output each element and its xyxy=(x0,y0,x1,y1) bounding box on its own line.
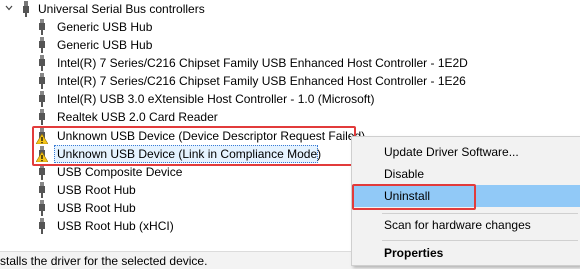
usb-device-icon xyxy=(39,218,45,234)
usb-device-icon xyxy=(39,200,45,216)
menu-item-label: Update Driver Software... xyxy=(384,145,519,159)
tree-item[interactable]: Intel(R) 7 Series/C216 Chipset Family US… xyxy=(36,54,468,72)
tree-item-label: Intel(R) 7 Series/C216 Chipset Family US… xyxy=(57,56,468,70)
usb-device-icon xyxy=(39,37,45,53)
tree-item-label: Generic USB Hub xyxy=(57,20,153,34)
tree-item-label: USB Root Hub xyxy=(57,183,136,197)
menu-item-label: Properties xyxy=(384,246,444,260)
tree-item-label: Intel(R) USB 3.0 eXtensible Host Control… xyxy=(57,92,375,106)
menu-separator xyxy=(382,240,578,241)
menu-item-disable[interactable]: Disable xyxy=(352,163,580,185)
tree-item-label: USB Root Hub xyxy=(57,201,136,215)
tree-item[interactable]: Generic USB Hub xyxy=(36,18,366,36)
tree-item[interactable]: USB Root Hub xyxy=(36,199,366,217)
status-text: stalls the driver for the selected devic… xyxy=(0,254,208,268)
highlight-box-uninstall xyxy=(352,184,476,210)
tree-item[interactable]: Intel(R) 7 Series/C216 Chipset Family US… xyxy=(36,72,466,90)
tree-item[interactable]: Generic USB Hub xyxy=(36,36,366,54)
chevron-down-icon[interactable] xyxy=(5,4,13,12)
usb-device-icon xyxy=(39,164,45,180)
usb-device-icon xyxy=(39,182,45,198)
highlight-box-unknown-devices xyxy=(32,126,356,166)
usb-device-icon xyxy=(39,91,45,107)
usb-device-icon xyxy=(39,19,45,35)
tree-item-label: Realtek USB 2.0 Card Reader xyxy=(57,110,218,124)
usb-connector-icon xyxy=(23,1,29,17)
menu-item-update-driver[interactable]: Update Driver Software... xyxy=(352,141,580,163)
tree-item-label: Intel(R) 7 Series/C216 Chipset Family US… xyxy=(57,74,466,88)
usb-controllers-group[interactable]: Universal Serial Bus controllers xyxy=(0,0,260,18)
menu-item-properties[interactable]: Properties xyxy=(352,242,580,264)
menu-item-label: Scan for hardware changes xyxy=(384,218,531,232)
tree-item[interactable]: Realtek USB 2.0 Card Reader xyxy=(36,108,366,126)
tree-item[interactable]: USB Root Hub (xHCI) xyxy=(36,217,366,235)
menu-item-scan-hardware[interactable]: Scan for hardware changes xyxy=(352,214,580,236)
usb-device-icon xyxy=(39,109,45,125)
group-label: Universal Serial Bus controllers xyxy=(38,2,205,16)
tree-item-label: Generic USB Hub xyxy=(57,38,153,52)
usb-device-icon xyxy=(39,73,45,89)
menu-item-label: Disable xyxy=(384,167,425,181)
tree-item[interactable]: Intel(R) USB 3.0 eXtensible Host Control… xyxy=(36,90,374,108)
tree-item[interactable]: USB Root Hub xyxy=(36,181,366,199)
usb-device-icon xyxy=(39,55,45,71)
tree-item-label: USB Root Hub (xHCI) xyxy=(57,219,174,233)
